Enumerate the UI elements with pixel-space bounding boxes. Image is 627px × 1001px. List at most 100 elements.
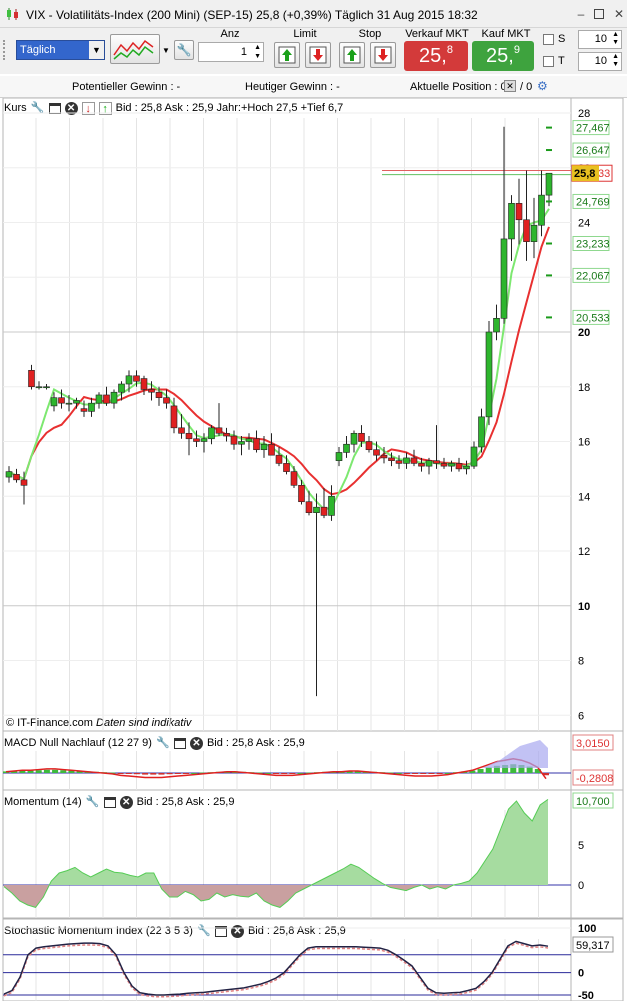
candle-body: [395, 460, 403, 464]
price-tag: 25,8: [574, 168, 595, 180]
minimize-icon[interactable]: –: [574, 8, 588, 20]
candle-body: [305, 501, 313, 513]
t-spinner-icon[interactable]: ▲ ▼: [612, 53, 619, 69]
t-checkbox[interactable]: [543, 56, 554, 67]
candle-body: [13, 474, 20, 481]
s-spinner-icon[interactable]: ▲ ▼: [612, 31, 619, 47]
level-label: 26,647: [576, 145, 610, 157]
candle-body: [388, 457, 395, 461]
macd-value-bottom: -0,2808: [576, 773, 613, 785]
stop-sell-button[interactable]: [370, 42, 396, 68]
s-checkbox[interactable]: [543, 34, 554, 45]
candle-body: [283, 463, 290, 472]
candle-body: [110, 391, 118, 404]
kurs-tick-label: 16: [578, 437, 590, 449]
macd-bar: [289, 773, 296, 774]
stop-label: Stop: [358, 28, 382, 40]
spinner-icon[interactable]: ▲ ▼: [254, 43, 261, 61]
panel-frame: [2, 98, 624, 732]
anz-field[interactable]: 1 ▲ ▼: [198, 42, 264, 62]
t-field[interactable]: 10 ▲ ▼: [578, 52, 622, 71]
macd-bar: [142, 773, 149, 775]
t-value: 10: [594, 55, 607, 67]
candle-body: [343, 443, 350, 453]
sell-market-button[interactable]: 25,8: [404, 41, 468, 71]
momentum-area-negative: [4, 885, 548, 908]
candle-body: [148, 389, 155, 393]
candle-body: [95, 394, 103, 404]
level-label: 23,233: [576, 238, 610, 250]
candle-body: [463, 465, 470, 470]
limit-label: Limit: [293, 28, 317, 40]
kurs-tick-label: 24: [578, 218, 590, 230]
buy-market-button[interactable]: 25,9: [472, 41, 534, 71]
maximize-icon[interactable]: [594, 9, 604, 19]
gears-icon[interactable]: ⚙: [537, 79, 548, 93]
macd-area: [482, 740, 548, 768]
candle-body: [125, 375, 133, 385]
candle-body: [268, 443, 275, 456]
limit-sell-button[interactable]: [305, 42, 331, 68]
candle-body: [230, 435, 238, 445]
macd-bar: [273, 773, 279, 774]
candle-body: [88, 402, 95, 412]
toolbar-grip[interactable]: [3, 40, 11, 60]
candle-body: [290, 471, 298, 486]
candle-body: [118, 383, 125, 393]
period-select[interactable]: Täglich ▼: [16, 40, 105, 60]
candle-body: [43, 386, 50, 389]
chart-area[interactable]: 282624222018161412108627,46726,64724,769…: [0, 98, 627, 1001]
stoch-tick-label: -50: [578, 990, 594, 1001]
candle-body: [163, 397, 170, 404]
candle-body: [170, 405, 178, 429]
stoch-tick-label: 100: [578, 923, 596, 935]
kurs-tick-label: 12: [578, 546, 590, 558]
close-position-icon[interactable]: ✕: [504, 80, 516, 92]
candlestick-app-icon: [7, 8, 18, 20]
price-tag-behind: 33: [598, 168, 610, 180]
stoch-tick-label: 0: [578, 968, 584, 980]
candle-body: [200, 438, 208, 442]
macd-bar: [174, 773, 181, 774]
period-value: Täglich: [20, 44, 56, 56]
candle-body: [448, 463, 455, 467]
chart-type-button[interactable]: [110, 34, 160, 64]
chevron-down-icon[interactable]: ▼: [89, 41, 104, 59]
macd-bar: [43, 769, 50, 773]
candle-body: [485, 331, 493, 418]
s-field[interactable]: 10 ▲ ▼: [578, 30, 622, 49]
close-icon[interactable]: ✕: [612, 8, 626, 20]
macd-bar: [150, 773, 157, 775]
candle-body: [365, 441, 373, 451]
chart-type-dropdown-icon[interactable]: ▼: [162, 46, 170, 55]
wrench-icon[interactable]: 🔧: [174, 40, 194, 60]
candle-body: [523, 219, 530, 242]
sell-price-sub: 8: [446, 44, 453, 56]
macd-bar: [403, 773, 410, 774]
kurs-tick-label: 14: [578, 491, 590, 503]
candle-body: [440, 463, 448, 467]
kurs-tick-label: 10: [578, 601, 590, 613]
candle-body: [515, 203, 523, 221]
candle-body: [328, 495, 335, 516]
limit-buy-button[interactable]: [274, 42, 300, 68]
macd-bar: [436, 773, 443, 774]
stop-sell-icon: [374, 46, 392, 64]
potential-profit: Potentieller Gewinn : -: [72, 81, 181, 93]
todays-profit: Heutiger Gewinn : -: [245, 81, 340, 93]
macd-bar: [52, 769, 59, 773]
stop-buy-button[interactable]: [339, 42, 365, 68]
candle-body: [433, 460, 440, 464]
candle-body: [410, 457, 418, 464]
title-bar: VIX - Volatilitäts-Index (200 Mini) (SEP…: [0, 0, 627, 28]
candle-body: [140, 378, 148, 390]
level-label: 22,067: [576, 270, 610, 282]
stoch-line: [3, 940, 549, 996]
macd-bar: [412, 773, 419, 774]
candle-body: [500, 238, 508, 319]
candle-body: [245, 438, 253, 442]
candle-body: [35, 386, 43, 389]
candle-body: [335, 452, 343, 461]
window-title: VIX - Volatilitäts-Index (200 Mini) (SEP…: [26, 8, 478, 22]
candle-body: [380, 454, 388, 459]
